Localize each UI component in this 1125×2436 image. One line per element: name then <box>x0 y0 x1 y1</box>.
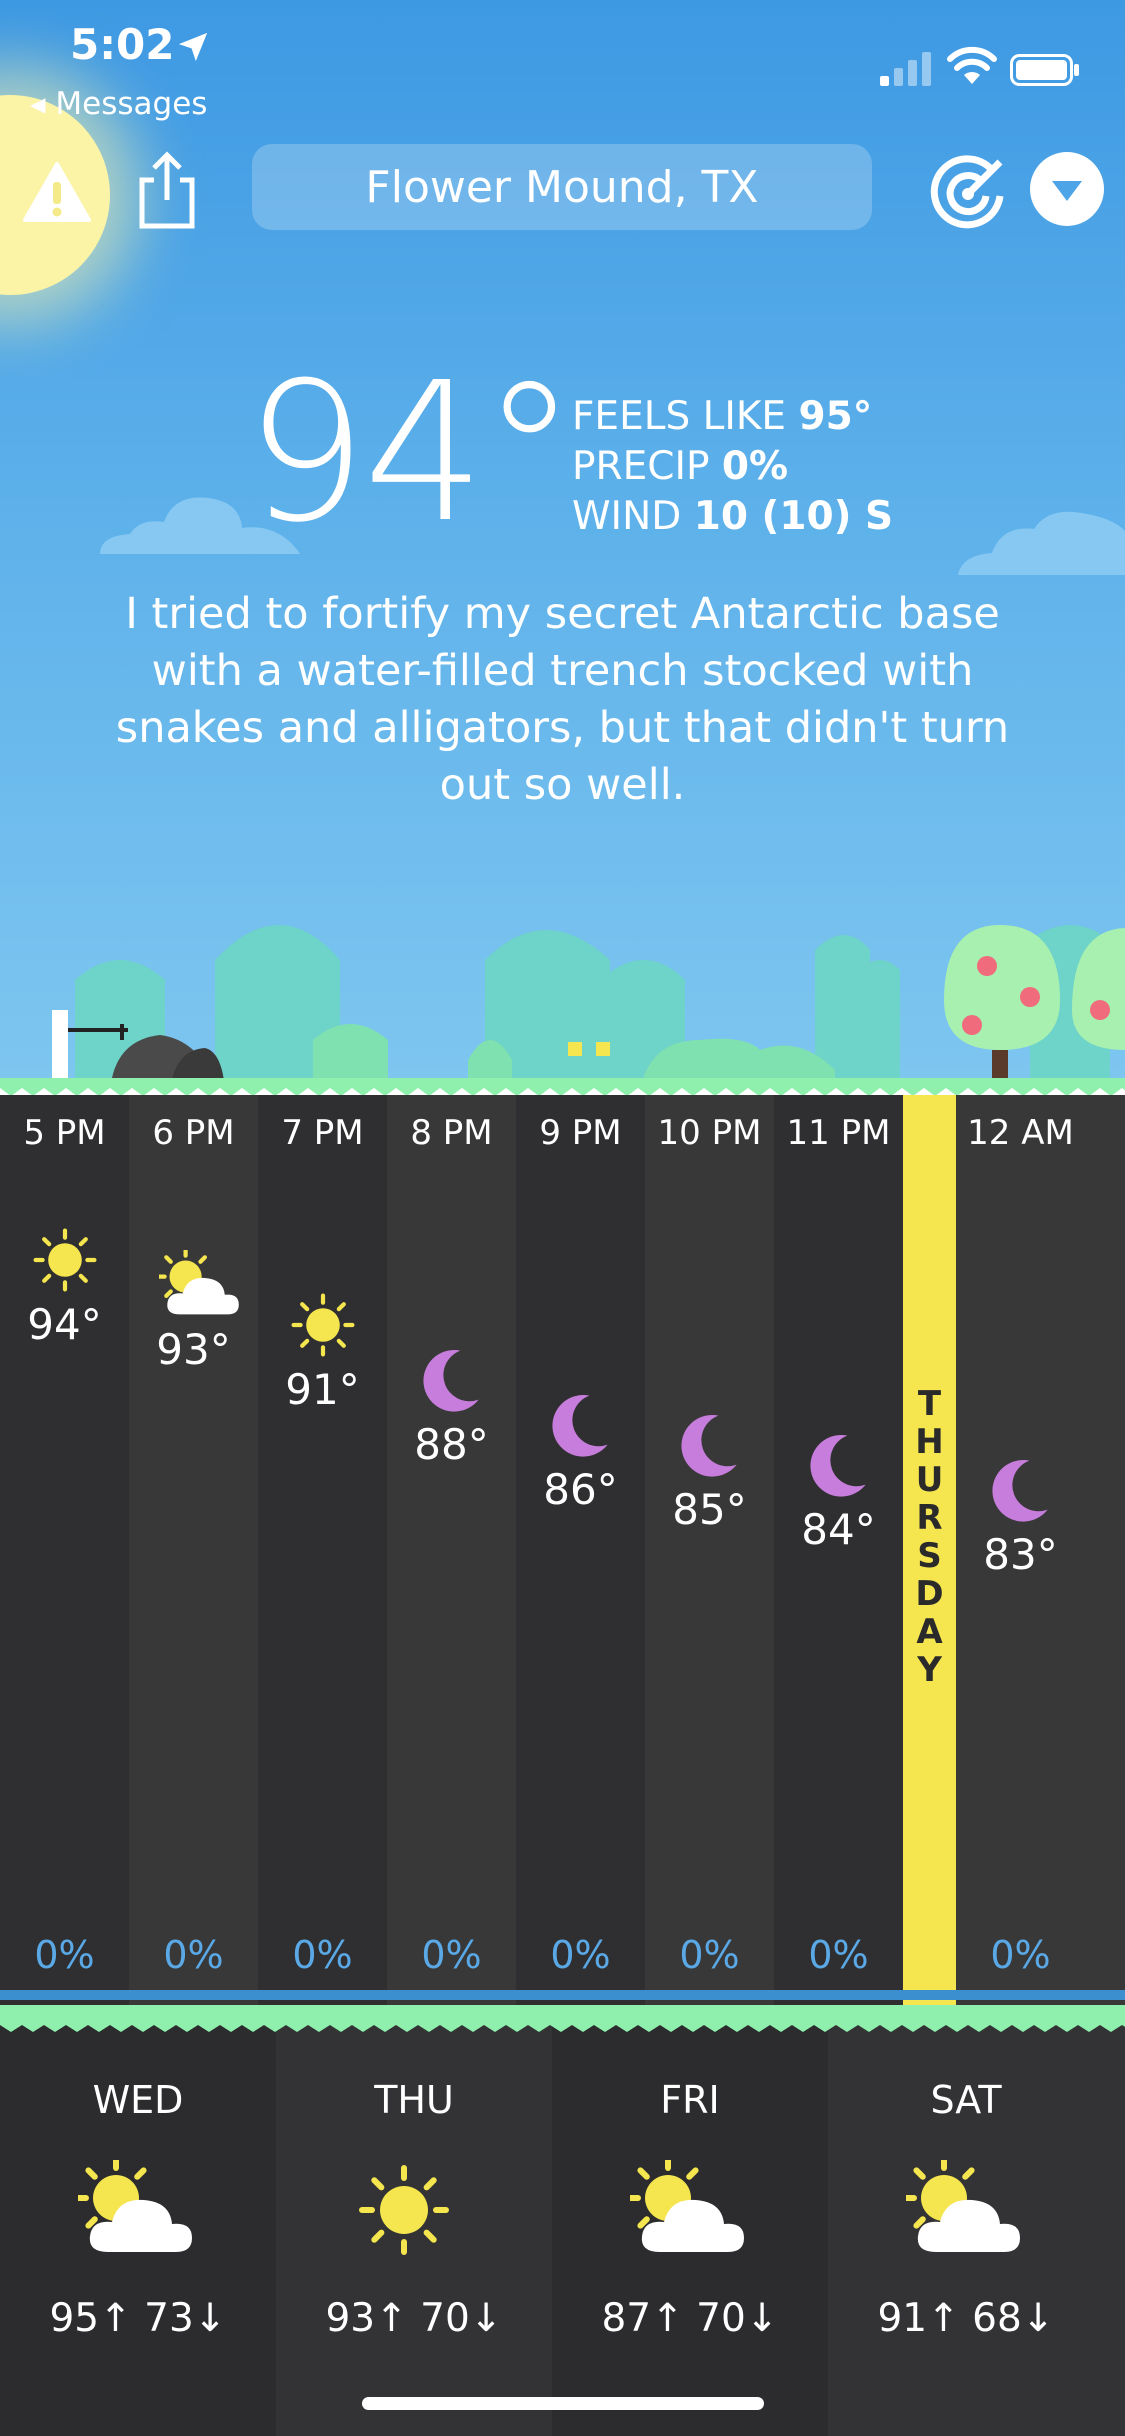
hourly-forecast[interactable]: 5 PM 94° 0% 6 PM 93° 0% 7 PM 91° 0% 8 PM 88… <box>0 1095 1125 2005</box>
wind-row: WIND 10 (10) S <box>572 494 894 539</box>
grass-divider <box>0 2005 1125 2032</box>
hour-precip: 0% <box>679 1933 740 1977</box>
day-hi-lo: 93↑ 70↓ <box>325 2296 503 2341</box>
hour-column: 9 PM 86° 0% <box>516 1095 645 2005</box>
day-column[interactable]: SAT 91↑ 68↓ <box>828 2020 1104 2436</box>
dropdown-menu-button[interactable] <box>1030 152 1104 226</box>
alert-warning-icon[interactable] <box>22 160 92 224</box>
day-hi-lo: 87↑ 70↓ <box>601 2296 779 2341</box>
day-hi-lo: 95↑ 73↓ <box>49 2296 227 2341</box>
hour-time: 12 AM <box>967 1113 1074 1153</box>
cloud-graphic <box>958 511 1125 575</box>
sun-icon <box>30 1225 100 1295</box>
hour-temp: 94° <box>27 1300 102 1349</box>
day-name: SAT <box>930 2078 1002 2122</box>
day-name: THU <box>374 2078 454 2122</box>
day-name: WED <box>92 2078 184 2122</box>
hour-temp: 91° <box>285 1365 360 1414</box>
moon-icon <box>417 1345 487 1415</box>
sun-icon <box>354 2160 474 2270</box>
back-chevron-icon: ◂ <box>30 86 56 122</box>
hour-time: 5 PM <box>23 1113 106 1153</box>
moon-icon <box>675 1410 745 1480</box>
current-temperature: 94° <box>245 342 577 565</box>
hour-time: 9 PM <box>539 1113 622 1153</box>
hour-temp: 93° <box>156 1325 231 1374</box>
moon-icon <box>546 1390 616 1460</box>
hour-column: 12 AM 83° 0% <box>956 1095 1085 2005</box>
hour-column: 10 PM 85° 0% <box>645 1095 774 2005</box>
hour-precip: 0% <box>292 1933 353 1977</box>
landscape-graphic <box>52 925 1125 1085</box>
hour-precip: 0% <box>421 1933 482 1977</box>
partly-cloudy-icon <box>902 2156 1026 2270</box>
hour-column: 7 PM 91° 0% <box>258 1095 387 2005</box>
hour-time: 10 PM <box>657 1113 762 1153</box>
chevron-down-icon <box>1052 181 1082 201</box>
location-search-button[interactable]: Flower Mound, TX <box>252 144 872 230</box>
hour-temp: 85° <box>672 1485 747 1534</box>
hour-time: 8 PM <box>410 1113 493 1153</box>
hour-temp: 83° <box>983 1530 1058 1579</box>
signal-icon <box>880 52 931 86</box>
hour-column-partial <box>1085 1095 1125 2005</box>
hour-precip: 0% <box>34 1933 95 1977</box>
partly-cloudy-icon <box>626 2156 750 2270</box>
location-label: Flower Mound, TX <box>365 161 759 213</box>
home-indicator[interactable] <box>362 2397 764 2410</box>
radar-icon[interactable] <box>930 152 1010 232</box>
partly-cloudy-icon <box>155 1247 239 1320</box>
hour-time: 11 PM <box>786 1113 891 1153</box>
hour-precip: 0% <box>990 1933 1051 1977</box>
hour-time: 7 PM <box>281 1113 364 1153</box>
hour-precip: 0% <box>550 1933 611 1977</box>
partly-cloudy-icon <box>74 2156 198 2270</box>
day-hi-lo: 91↑ 68↓ <box>877 2296 1055 2341</box>
hour-temp: 84° <box>801 1505 876 1554</box>
moon-icon <box>804 1430 874 1500</box>
hour-precip: 0% <box>163 1933 224 1977</box>
hour-column: 8 PM 88° 0% <box>387 1095 516 2005</box>
feels-like-row: FEELS LIKE 95° <box>572 394 873 439</box>
day-column-partial <box>1104 2020 1125 2436</box>
share-icon[interactable] <box>132 150 202 230</box>
wifi-icon <box>947 46 997 84</box>
day-divider-label: THURSDAY <box>915 1384 944 1690</box>
hour-precip: 0% <box>808 1933 869 1977</box>
daily-forecast: WED 95↑ 73↓ THU 93↑ 70↓ FRI 87↑ 70↓ SAT 91↑… <box>0 2020 1125 2436</box>
day-column[interactable]: FRI 87↑ 70↓ <box>552 2020 828 2436</box>
battery-icon <box>1010 54 1079 86</box>
status-time: 5:02 <box>70 20 175 69</box>
day-name: FRI <box>660 2078 720 2122</box>
sky-panel: 5:02 ◂ Messages Flower Mound, TX 94° FEE… <box>0 0 1125 1085</box>
precip-baseline <box>0 1990 1125 2000</box>
moon-icon <box>986 1455 1056 1525</box>
hour-temp: 88° <box>414 1420 489 1469</box>
day-divider-thursday: THURSDAY <box>903 1095 956 2005</box>
hour-column: 6 PM 93° 0% <box>129 1095 258 2005</box>
location-arrow-icon <box>178 32 208 62</box>
current-stats: FEELS LIKE 95° PRECIP 0% WIND 10 (10) S <box>572 392 893 542</box>
hour-column: 5 PM 94° 0% <box>0 1095 129 2005</box>
sun-icon <box>288 1290 358 1360</box>
day-column[interactable]: THU 93↑ 70↓ <box>276 2020 552 2436</box>
hour-column: 11 PM 84° 0% <box>774 1095 903 2005</box>
back-to-messages[interactable]: ◂ Messages <box>30 86 207 122</box>
hour-temp: 86° <box>543 1465 618 1514</box>
hour-time: 6 PM <box>152 1113 235 1153</box>
day-column[interactable]: WED 95↑ 73↓ <box>0 2020 276 2436</box>
snarky-quote: I tried to fortify my secret Antarctic b… <box>115 589 1010 810</box>
precip-row: PRECIP 0% <box>572 444 789 489</box>
